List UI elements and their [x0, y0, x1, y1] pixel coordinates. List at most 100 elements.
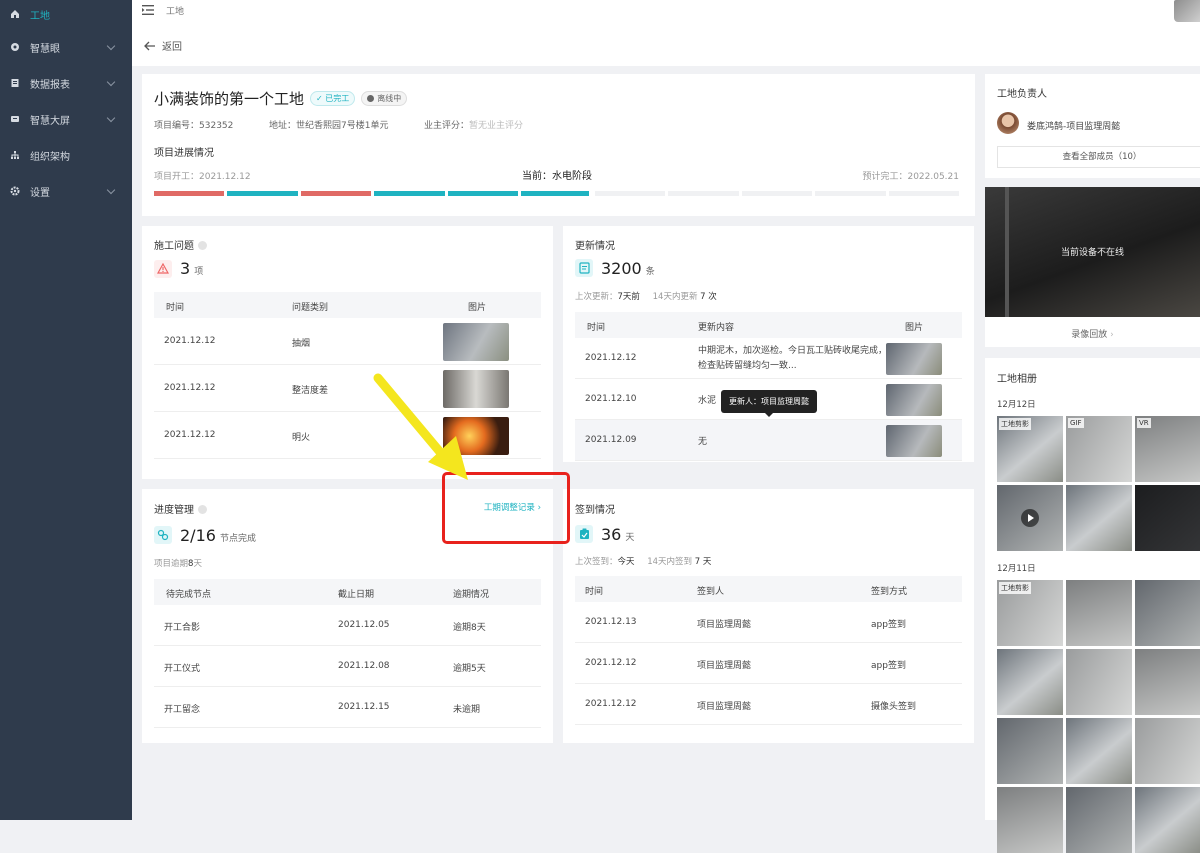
manager-name[interactable]: 娄底鸿鹄-项目监理周懿 — [1027, 119, 1120, 132]
label: 上次更新： — [575, 292, 618, 302]
table-row[interactable]: 2021.12.12 项目监理周懿 摄像头签到 — [575, 684, 962, 725]
current-stage: 当前：水电阶段 — [522, 167, 592, 182]
unit: 天 — [702, 557, 712, 567]
table-cell: 明火 — [292, 432, 311, 443]
stage-segment-todo — [815, 191, 886, 196]
album-photo[interactable]: GIF — [1066, 416, 1132, 482]
column-header: 时间 — [585, 587, 604, 597]
table-cell: 2021.12.09 — [585, 434, 637, 445]
clipboard-icon — [575, 525, 593, 543]
stage-segment-done — [227, 191, 298, 196]
stage-segment-done — [447, 191, 519, 196]
project-name: 小满装饰的第一个工地 — [154, 90, 305, 108]
album-photo[interactable] — [1066, 649, 1132, 715]
arrow-left-icon — [144, 41, 155, 50]
value: 2022.05.21 — [907, 172, 959, 182]
project-overview-card: 小满装饰的第一个工地 ✓ 已完工 离线中 项目编号：532352 地址：世纪香熙… — [142, 74, 975, 216]
avatar[interactable] — [1174, 0, 1200, 22]
avatar — [997, 112, 1019, 134]
stage-segment-late — [300, 191, 372, 196]
table-cell: 项目监理周懿 — [697, 701, 752, 712]
album-photo[interactable] — [997, 485, 1063, 551]
issues-count: 3 — [180, 259, 191, 278]
status-badge-offline: 离线中 — [361, 91, 408, 106]
menu-fold-icon[interactable] — [142, 5, 154, 15]
sidebar-item-reports[interactable]: 数据报表 — [0, 69, 132, 97]
play-icon[interactable] — [1021, 509, 1039, 527]
album-photo[interactable]: 工地剪影 — [997, 580, 1063, 646]
photo-label: 工地剪影 — [999, 418, 1031, 430]
photo-thumbnail[interactable] — [886, 424, 942, 457]
album-photo[interactable] — [997, 718, 1063, 784]
replay-button[interactable]: 录像回放 › — [985, 327, 1200, 340]
sidebar-item-big-screen[interactable]: 智慧大屏 — [0, 105, 132, 133]
help-icon[interactable] — [198, 505, 207, 514]
help-icon[interactable] — [198, 241, 207, 250]
stage-segment-todo — [668, 191, 739, 196]
table-cell: 开工仪式 — [164, 663, 201, 674]
table-row[interactable]: 开工留念 2021.12.15 未逾期 — [154, 687, 541, 728]
label: 项目开工： — [154, 172, 200, 182]
album-photo[interactable] — [997, 787, 1063, 853]
table-cell: 项目监理周懿 — [697, 619, 752, 630]
album-photo[interactable] — [1066, 787, 1132, 853]
sidebar-item-site[interactable]: 工地 — [0, 0, 132, 28]
album-photo[interactable] — [1135, 649, 1200, 715]
issues-title: 施工问题 — [154, 237, 207, 252]
album-photo[interactable]: 工地剪影 — [997, 416, 1063, 482]
album-photo[interactable] — [1135, 718, 1200, 784]
sidebar-item-org[interactable]: 组织架构 — [0, 141, 132, 169]
column-header: 截止日期 — [338, 590, 375, 600]
checkin-card: 签到情况 36 天 上次签到：今天 14天内签到 7 天 时间 签到人 签到方式… — [563, 489, 974, 743]
table-cell: 摄像头签到 — [871, 701, 917, 712]
status-badge-text: 离线中 — [377, 94, 402, 103]
breadcrumb[interactable]: 工地 — [166, 4, 184, 17]
album-photo[interactable] — [1066, 580, 1132, 646]
view-all-members-button[interactable]: 查看全部成员（10） — [997, 146, 1200, 168]
table-cell: 开工留念 — [164, 704, 201, 715]
table-cell: 中期泥木，加次巡检。今日瓦工贴砖收尾完成，检查贴砖留缝均匀一致... — [698, 345, 888, 371]
photo-thumbnail[interactable] — [443, 322, 509, 361]
sidebar-item-settings[interactable]: 设置 — [0, 177, 132, 205]
album-date: 12月11日 — [997, 564, 1036, 574]
photo-thumbnail[interactable] — [886, 342, 942, 375]
schedule-count: 2/16 — [180, 526, 216, 545]
pointer-arrow-icon — [373, 373, 468, 480]
table-cell: 2021.12.10 — [585, 393, 637, 404]
column-header: 图片 — [468, 303, 487, 313]
table-row[interactable]: 2021.12.13 项目监理周懿 app签到 — [575, 602, 962, 643]
table-cell: 开工合影 — [164, 622, 201, 633]
value: 今天 — [617, 557, 635, 567]
sidebar-item-label: 工地 — [30, 10, 50, 22]
table-row[interactable]: 2021.12.12 项目监理周懿 app签到 — [575, 643, 962, 684]
album-photo[interactable]: VR — [1135, 416, 1200, 482]
album-photo[interactable] — [1066, 718, 1132, 784]
camera-status: 当前设备不在线 — [1060, 248, 1124, 258]
back-button[interactable]: 返回 — [144, 38, 182, 53]
table-row[interactable]: 开工合影 2021.12.05 逾期8天 — [154, 605, 541, 646]
album-photo[interactable] — [997, 649, 1063, 715]
chevron-down-icon — [106, 185, 116, 194]
photo-thumbnail[interactable] — [886, 383, 942, 416]
column-header: 时间 — [587, 323, 606, 333]
album-photo[interactable] — [1135, 485, 1200, 551]
checkin-summary: 36 天 — [575, 525, 634, 544]
stage-segment-todo — [888, 191, 959, 196]
sidebar-item-smart-eye[interactable]: 智慧眼 — [0, 33, 132, 61]
table-header: 时间 签到人 签到方式 — [575, 576, 962, 602]
album-photo[interactable] — [1135, 580, 1200, 646]
screen-icon — [11, 116, 19, 122]
schedule-summary: 2/16 节点完成 — [154, 526, 256, 545]
album-photo[interactable] — [1066, 485, 1132, 551]
stage-segment-done — [374, 191, 445, 196]
column-header: 逾期情况 — [453, 590, 490, 600]
row-divider — [154, 458, 541, 459]
column-header: 更新内容 — [698, 323, 735, 333]
album-photo[interactable] — [1135, 787, 1200, 853]
label: 当前： — [522, 171, 552, 182]
table-row[interactable]: 开工仪式 2021.12.08 逾期5天 — [154, 646, 541, 687]
camera-feed[interactable]: 当前设备不在线 — [985, 187, 1200, 317]
org-icon — [11, 151, 19, 159]
value: 水电阶段 — [552, 171, 592, 182]
checkin-title: 签到情况 — [575, 505, 615, 516]
